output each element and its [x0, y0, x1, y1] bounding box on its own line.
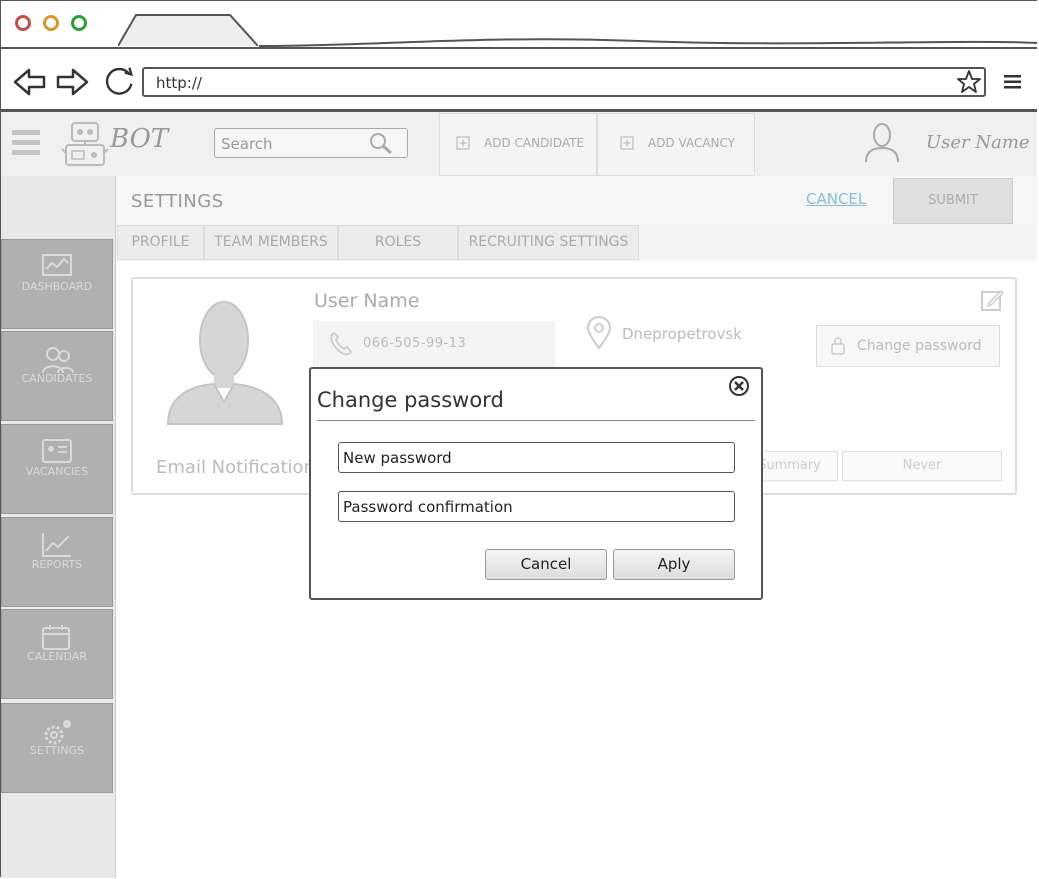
submit-button[interactable]: SUBMIT	[893, 178, 1013, 224]
search-icon[interactable]	[367, 131, 395, 155]
robot-logo-icon	[61, 122, 109, 166]
sidebar-label: DASHBOARD	[21, 280, 93, 293]
close-window-button[interactable]	[15, 15, 31, 31]
user-avatar-icon[interactable]	[862, 122, 902, 164]
sidebar-item-settings[interactable]: SETTINGS	[1, 703, 113, 793]
tab-roles[interactable]: ROLES	[338, 225, 458, 260]
close-icon[interactable]	[728, 375, 750, 397]
maximize-window-button[interactable]	[71, 15, 87, 31]
change-password-button[interactable]: Change password	[816, 325, 1000, 367]
profile-user-name: User Name	[314, 290, 420, 312]
sidebar-item-dashboard[interactable]: DASHBOARD	[1, 239, 113, 329]
app-search-input[interactable]: Search	[214, 128, 408, 158]
sidebar-label: CALENDAR	[27, 650, 87, 663]
sidebar-item-reports[interactable]: REPORTS	[1, 517, 113, 607]
browser-tab[interactable]	[118, 14, 258, 46]
candidates-icon	[42, 347, 74, 374]
modal-title: Change password	[317, 388, 504, 412]
tab-team-members[interactable]: TEAM MEMBERS	[204, 225, 338, 260]
sidebar-label: CANDIDATES	[21, 372, 93, 385]
tab-profile[interactable]: PROFILE	[117, 225, 204, 260]
modal-cancel-button[interactable]: Cancel	[485, 549, 607, 580]
sidebar-item-vacancies[interactable]: VACANCIES	[1, 424, 113, 514]
add-vacancy-label: ADD VACANCY	[648, 136, 736, 150]
apply-button[interactable]: Aply	[613, 549, 735, 580]
browser-toolbar: http://	[1, 49, 1037, 112]
location-pin-icon	[586, 316, 612, 350]
password-confirmation-input[interactable]	[338, 491, 735, 522]
browser-titlebar	[1, 1, 1037, 49]
bookmark-star-icon[interactable]	[956, 69, 982, 95]
notification-never-button[interactable]: Never	[842, 451, 1002, 481]
back-arrow-icon[interactable]	[13, 66, 47, 98]
cancel-link[interactable]: CANCEL	[806, 190, 866, 208]
profile-avatar	[166, 301, 284, 425]
sidebar-item-calendar[interactable]: CALENDAR	[1, 609, 113, 699]
tab-recruiting-settings[interactable]: RECRUITING SETTINGS	[458, 225, 639, 260]
titlebar-edge	[259, 38, 1037, 47]
plus-square-icon	[620, 136, 634, 150]
phone-icon	[330, 331, 353, 356]
vacancies-icon	[42, 439, 72, 463]
reports-icon	[42, 533, 71, 557]
forward-arrow-icon[interactable]	[55, 66, 89, 98]
add-candidate-button[interactable]: ADD CANDIDATE	[439, 113, 597, 176]
sidebar-label: REPORTS	[31, 558, 83, 571]
new-password-input[interactable]	[338, 442, 735, 473]
search-placeholder: Search	[221, 135, 273, 153]
header-user-name[interactable]: User Name	[926, 132, 1030, 153]
email-notifications-label: Email Notifications	[156, 457, 325, 478]
profile-phone: 066-505-99-13	[363, 336, 467, 351]
reload-icon[interactable]	[103, 65, 137, 97]
plus-square-icon	[456, 136, 470, 150]
sidebar-label: VACANCIES	[25, 465, 89, 478]
browser-menu-icon[interactable]	[1002, 74, 1024, 90]
add-vacancy-button[interactable]: ADD VACANCY	[597, 113, 755, 176]
url-text: http://	[156, 74, 202, 92]
page-title: SETTINGS	[131, 191, 224, 212]
profile-city: Dnepropetrovsk	[622, 325, 742, 343]
url-bar[interactable]: http://	[142, 67, 986, 97]
minimize-window-button[interactable]	[43, 15, 59, 31]
edit-icon[interactable]	[980, 288, 1004, 312]
sidebar-item-candidates[interactable]: CANDIDATES	[1, 331, 113, 421]
change-password-label: Change password	[857, 338, 982, 354]
change-password-modal: Change password Cancel Aply	[309, 367, 763, 600]
sidebar-label: SETTINGS	[29, 744, 85, 757]
add-candidate-label: ADD CANDIDATE	[484, 136, 585, 150]
modal-divider	[317, 420, 755, 421]
dashboard-icon	[42, 254, 72, 276]
calendar-icon	[42, 625, 70, 650]
app-logo-text: BOT	[110, 124, 169, 154]
hamburger-menu-icon[interactable]	[12, 128, 42, 158]
lock-icon	[831, 337, 845, 355]
